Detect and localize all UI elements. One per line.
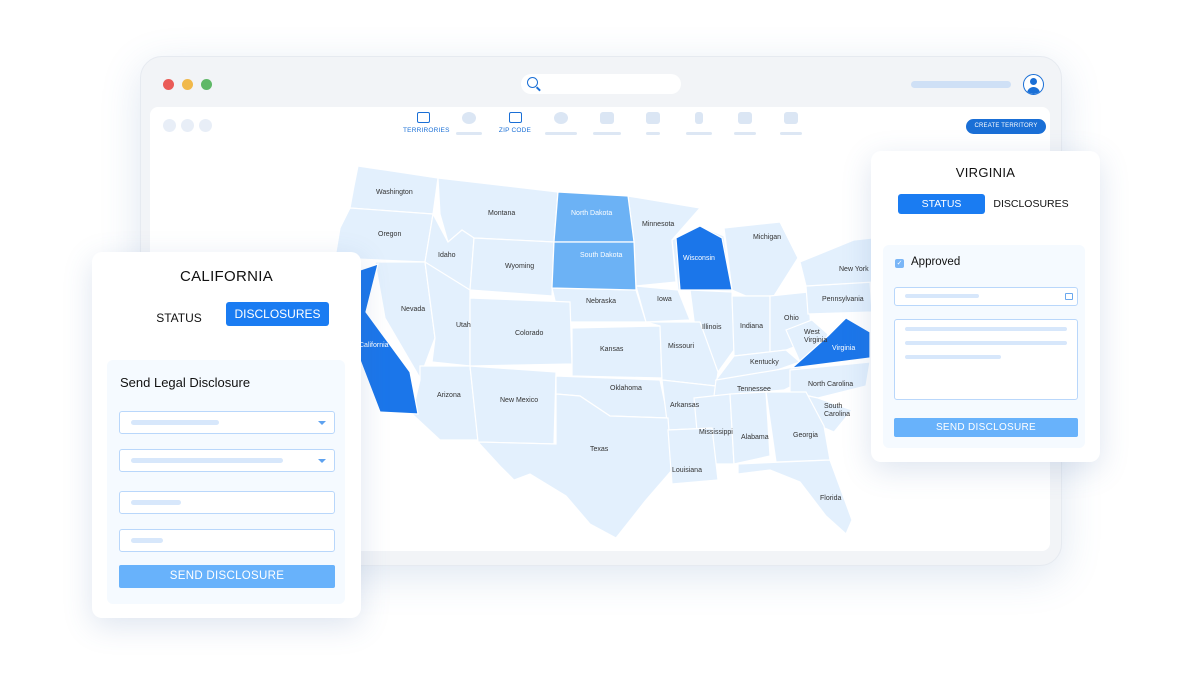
label-oregon: Oregon <box>378 231 402 238</box>
label-new-mexico: New Mexico <box>500 397 539 404</box>
label-florida: Florida <box>820 495 842 502</box>
notes-textarea[interactable] <box>894 319 1078 400</box>
label-iowa: Iowa <box>657 296 672 303</box>
label-arizona: Arizona <box>437 392 461 399</box>
label-ohio: Ohio <box>784 315 799 322</box>
chevron-down-icon <box>318 459 326 463</box>
label-missouri: Missouri <box>668 343 695 350</box>
send-disclosure-button[interactable]: SEND DISCLOSURE <box>119 565 335 588</box>
state-alabama <box>729 391 771 465</box>
disclosure-input-1[interactable] <box>119 491 335 514</box>
state-arizona <box>411 365 479 441</box>
state-new-york <box>799 237 875 287</box>
tab-status[interactable]: STATUS <box>146 307 212 329</box>
card-title: VIRGINIA <box>955 165 1016 180</box>
label-wyoming: Wyoming <box>505 263 535 270</box>
label-illinois: Illinois <box>702 324 722 331</box>
label-montana: Montana <box>488 210 516 217</box>
label-north-dakota: North Dakota <box>571 210 613 217</box>
approved-label: Approved <box>911 256 961 268</box>
label-virginia: Virginia <box>832 345 856 352</box>
state-north-dakota-highlight <box>553 191 635 243</box>
disclosure-select-1[interactable] <box>119 411 335 434</box>
disclosure-form: Send Legal Disclosure SEND DISCLOSURE <box>107 360 345 604</box>
disclosure-select-2[interactable] <box>119 449 335 472</box>
label-georgia: Georgia <box>793 432 818 439</box>
tab-disclosures[interactable]: DISCLOSURES <box>226 302 329 326</box>
label-new-york: New York <box>839 266 869 273</box>
label-alabama: Alabama <box>741 434 769 441</box>
label-louisiana: Louisiana <box>672 467 702 474</box>
label-arkansas: Arkansas <box>670 402 700 409</box>
label-washington: Washington <box>376 189 413 196</box>
california-card: CALIFORNIA STATUS DISCLOSURES Send Legal… <box>92 252 361 618</box>
label-idaho: Idaho <box>438 252 456 259</box>
state-iowa <box>635 285 691 323</box>
label-michigan: Michigan <box>753 234 782 241</box>
state-louisiana <box>667 427 719 485</box>
send-disclosure-button[interactable]: SEND DISCLOSURE <box>894 418 1078 437</box>
virginia-card: VIRGINIA STATUS DISCLOSURES ✓ Approved S… <box>871 151 1100 462</box>
label-california: California <box>359 342 389 349</box>
calendar-icon <box>1065 293 1073 300</box>
date-input[interactable] <box>894 287 1078 306</box>
label-kentucky: Kentucky <box>750 359 779 366</box>
label-minnesota: Minnesota <box>642 221 675 228</box>
label-oklahoma: Oklahoma <box>610 385 642 392</box>
state-new-mexico <box>469 365 557 445</box>
label-wisconsin: Wisconsin <box>683 255 715 262</box>
state-south-dakota-highlight <box>551 241 637 291</box>
label-colorado: Colorado <box>515 330 544 337</box>
label-nebraska: Nebraska <box>586 298 616 305</box>
label-tennessee: Tennessee <box>737 386 771 393</box>
label-utah: Utah <box>456 322 471 329</box>
section-title: Send Legal Disclosure <box>120 375 251 390</box>
label-north-carolina: North Carolina <box>808 381 854 388</box>
label-south-dakota: South Dakota <box>580 252 623 259</box>
label-texas: Texas <box>590 446 609 453</box>
label-indiana: Indiana <box>740 323 763 330</box>
status-form: ✓ Approved SEND DISCLOSURE <box>883 245 1085 448</box>
label-south-carolina: South Carolina <box>824 403 851 418</box>
label-west-virginia: West Virginia <box>804 329 828 344</box>
approved-checkbox[interactable]: ✓ <box>895 259 904 268</box>
card-title: CALIFORNIA <box>179 268 273 285</box>
tab-status[interactable]: STATUS <box>898 194 985 214</box>
disclosure-input-2[interactable] <box>119 529 335 552</box>
label-nevada: Nevada <box>401 306 426 313</box>
chevron-down-icon <box>318 421 326 425</box>
label-mississippi: Mississippi <box>699 429 733 436</box>
tab-disclosures[interactable]: DISCLOSURES <box>991 194 1071 214</box>
label-pennsylvania: Pennsylvania <box>822 296 864 303</box>
label-kansas: Kansas <box>600 346 624 353</box>
